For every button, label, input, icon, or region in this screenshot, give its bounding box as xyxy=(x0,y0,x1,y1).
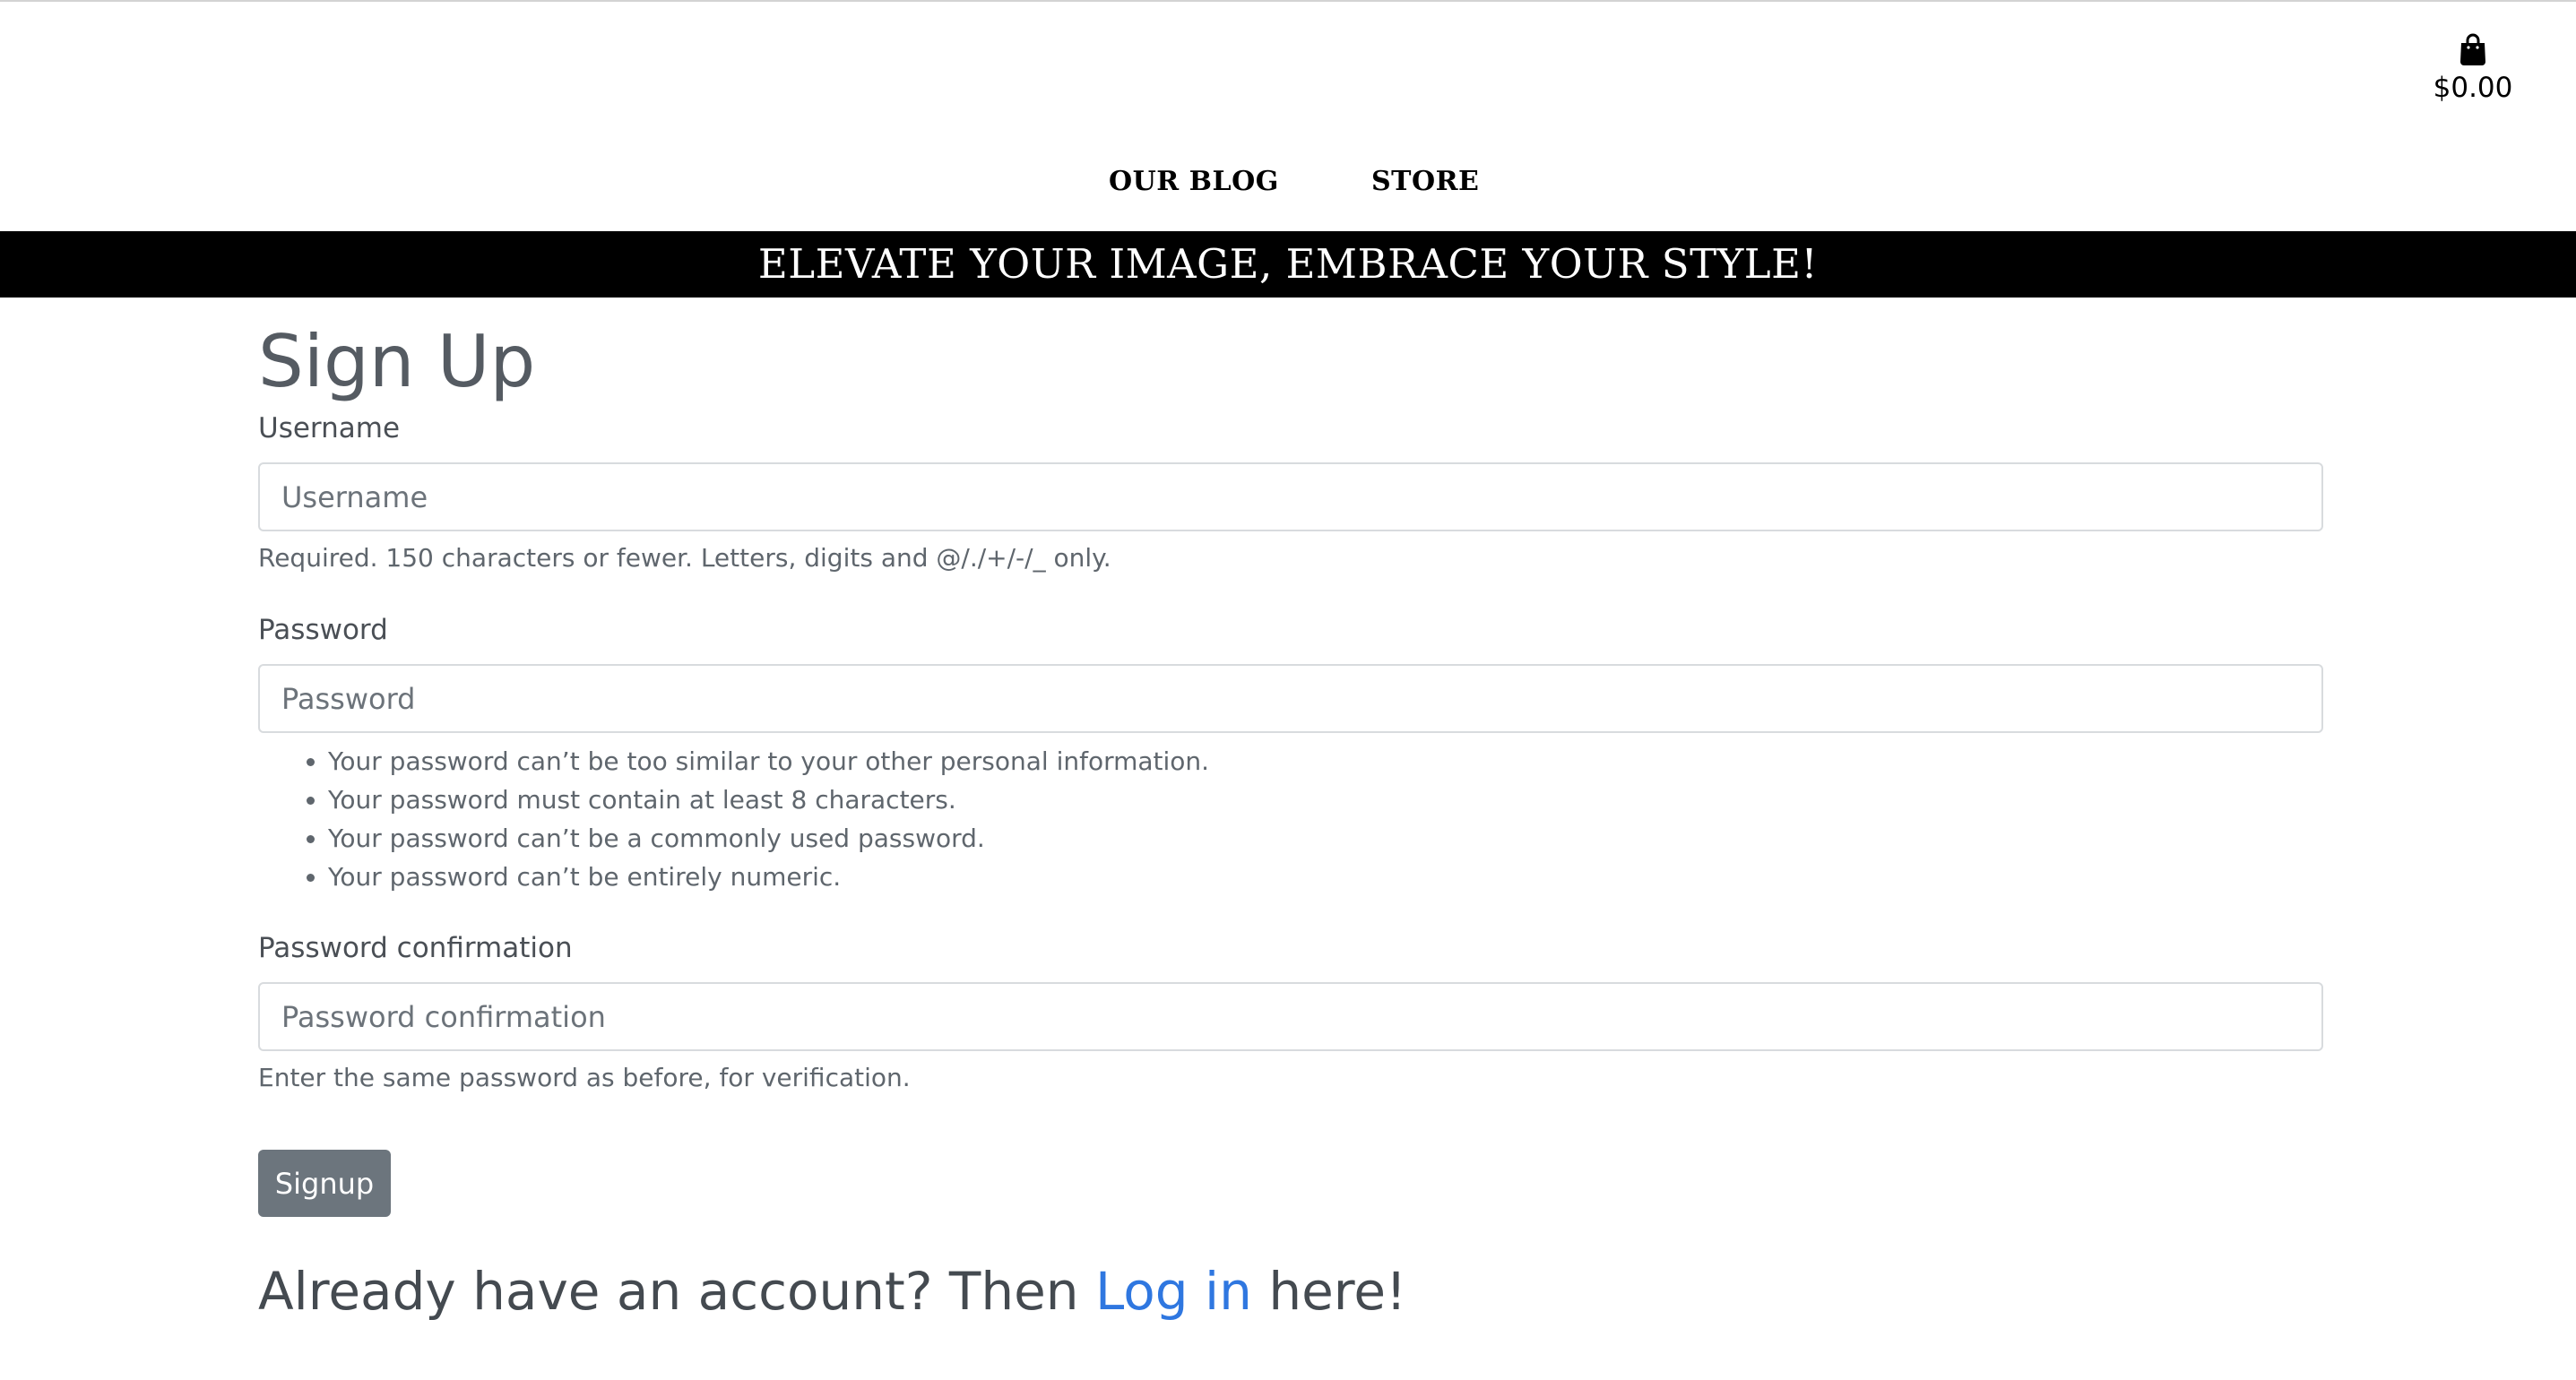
main-nav: OUR BLOG STORE xyxy=(0,160,2576,204)
page-title: Sign Up xyxy=(258,320,536,403)
signup-container: Sign Up Username Required. 150 character… xyxy=(258,298,2323,1375)
signup-form: Username Required. 150 characters or few… xyxy=(258,410,2323,1217)
cart-total: $0.00 xyxy=(2433,72,2513,104)
signup-button[interactable]: Signup xyxy=(258,1150,391,1217)
password-confirmation-label: Password confirmation xyxy=(258,932,573,964)
shopping-bag-icon xyxy=(2419,32,2527,66)
password-rule: Your password must contain at least 8 ch… xyxy=(307,781,2323,819)
password-confirmation-help-text: Enter the same password as before, for v… xyxy=(258,1063,911,1092)
password-rule: Your password can’t be too similar to yo… xyxy=(307,742,2323,781)
top-divider xyxy=(0,0,2576,2)
password-label: Password xyxy=(258,614,388,646)
password-input[interactable] xyxy=(258,664,2323,733)
nav-link-store[interactable]: STORE xyxy=(1371,160,1479,204)
cart-button[interactable]: $0.00 xyxy=(2419,32,2527,104)
password-rule: Your password can’t be entirely numeric. xyxy=(307,858,2323,896)
password-confirmation-input[interactable] xyxy=(258,982,2323,1051)
login-prompt-before: Already have an account? Then xyxy=(258,1261,1096,1322)
login-prompt-after: here! xyxy=(1251,1261,1407,1322)
password-rules-list: Your password can’t be too similar to yo… xyxy=(258,742,2323,896)
username-label: Username xyxy=(258,412,401,444)
promo-banner: ELEVATE YOUR IMAGE, EMBRACE YOUR STYLE! xyxy=(0,231,2576,298)
username-help-text: Required. 150 characters or fewer. Lette… xyxy=(258,543,1111,573)
username-input[interactable] xyxy=(258,462,2323,531)
nav-link-our-blog[interactable]: OUR BLOG xyxy=(1109,160,1279,204)
login-link[interactable]: Log in xyxy=(1095,1261,1252,1322)
password-rule: Your password can’t be a commonly used p… xyxy=(307,819,2323,858)
login-prompt: Already have an account? Then Log in her… xyxy=(258,1260,2323,1323)
